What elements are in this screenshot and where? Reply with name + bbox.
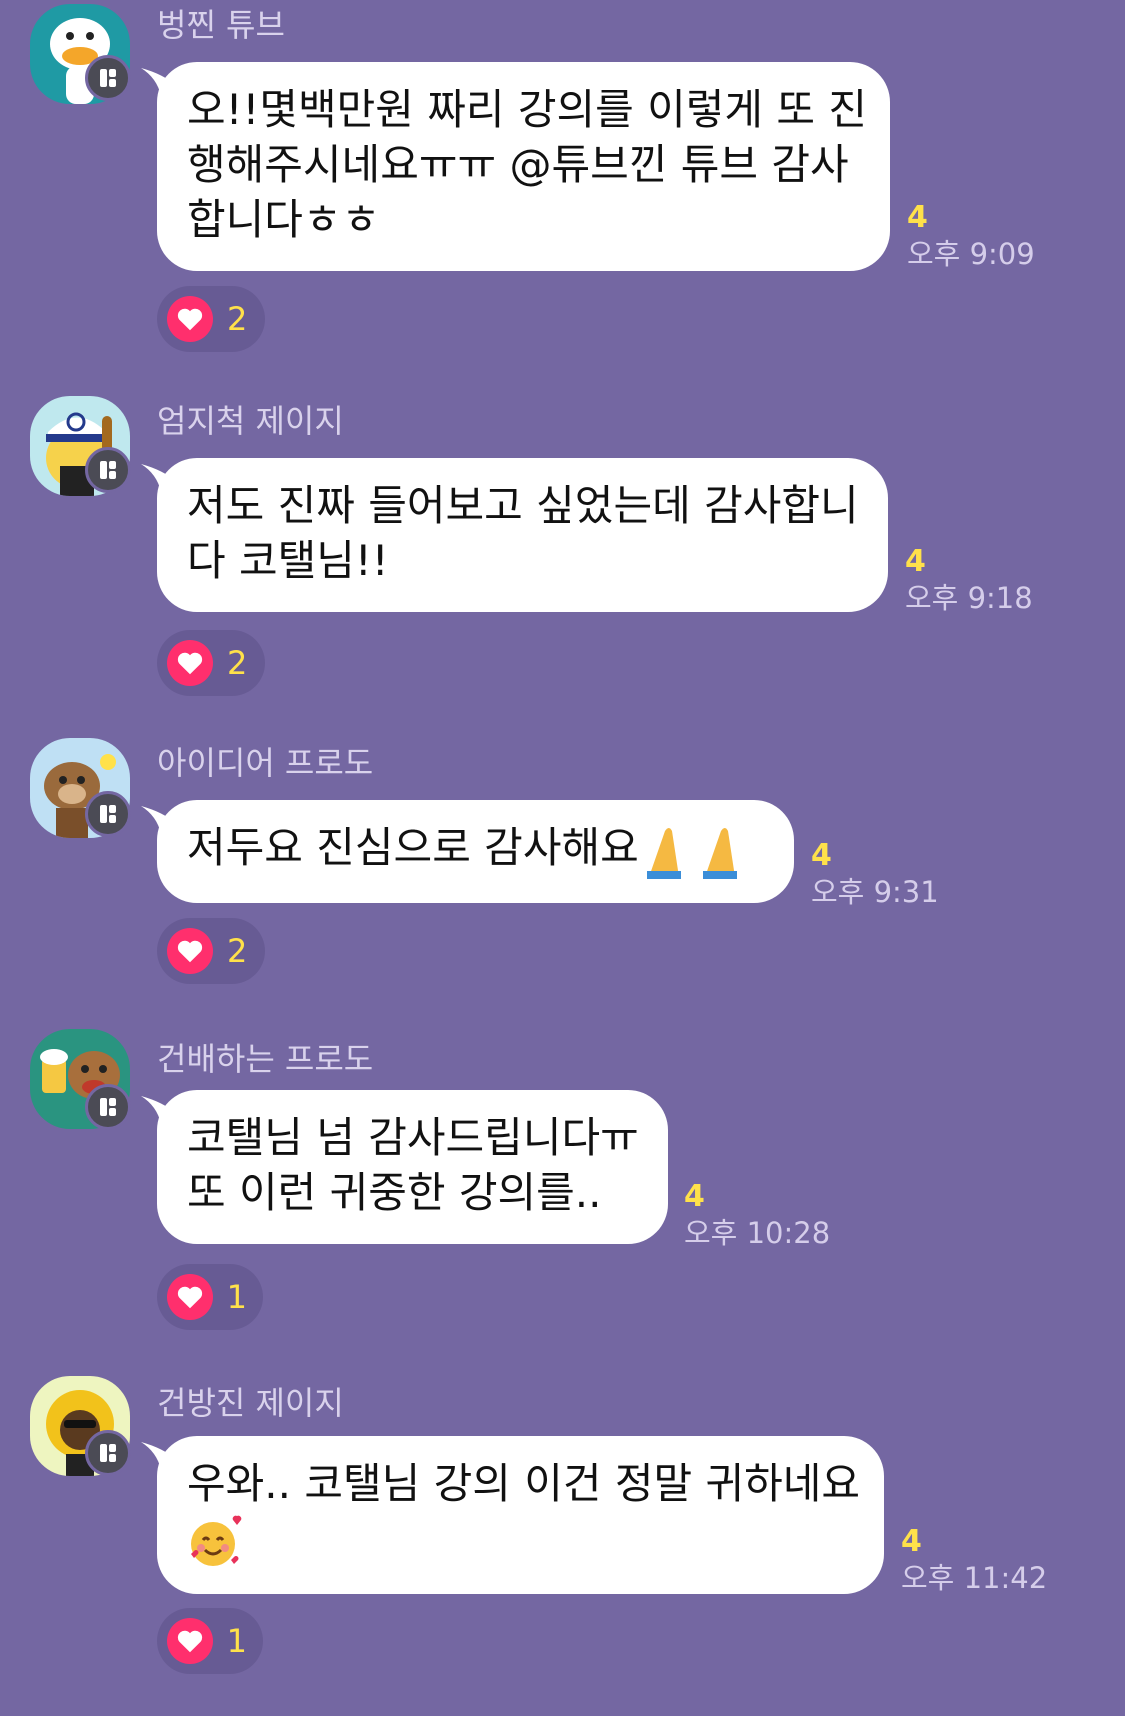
message-timestamp: 오후 11:42 xyxy=(901,1561,1048,1595)
sender-name: 벙찐 튜브 xyxy=(157,6,285,44)
reaction-count: 2 xyxy=(227,932,248,970)
unread-count: 4 xyxy=(811,838,832,873)
heart-icon xyxy=(167,1274,213,1320)
unread-count: 4 xyxy=(907,200,928,235)
message-text-line xyxy=(187,1511,854,1570)
message-text-line: 다 코탤님!! xyxy=(187,536,389,585)
message-timestamp: 오후 9:31 xyxy=(811,875,939,909)
message-timestamp: 오후 10:28 xyxy=(684,1216,831,1250)
message-timestamp: 오후 9:09 xyxy=(907,237,1035,271)
reaction-pill[interactable]: 2 xyxy=(157,286,265,352)
sender-name: 건방진 제이지 xyxy=(157,1384,344,1422)
heart-icon xyxy=(167,296,213,342)
message-bubble[interactable]: 저두요 진심으로 감사해요 xyxy=(157,800,794,903)
message-text-line: 저도 진짜 들어보고 싶었는데 감사합니 xyxy=(187,481,859,530)
chat-profile-badge-icon xyxy=(85,447,131,493)
reaction-count: 1 xyxy=(226,1622,247,1660)
heart-icon xyxy=(167,928,213,974)
message-text-line: 우와.. 코탤님 강의 이건 정말 귀하네요 xyxy=(187,1459,861,1508)
reaction-pill[interactable]: 1 xyxy=(157,1264,263,1330)
heart-icon xyxy=(167,1618,213,1664)
unread-count: 4 xyxy=(684,1179,705,1214)
reaction-pill[interactable]: 2 xyxy=(157,918,265,984)
message-bubble[interactable]: 우와.. 코탤님 강의 이건 정말 귀하네요 xyxy=(157,1436,884,1594)
unread-count: 4 xyxy=(905,544,926,579)
message-text-line: 또 이런 귀중한 강의를.. xyxy=(187,1168,602,1217)
message-text: 저두요 진심으로 감사해요 xyxy=(187,823,639,872)
chat-profile-badge-icon xyxy=(85,1084,131,1130)
chat-profile-badge-icon xyxy=(85,791,131,837)
message-bubble[interactable]: 코탤님 넘 감사드립니다ㅠ 또 이런 귀중한 강의를.. xyxy=(157,1090,668,1244)
reaction-pill[interactable]: 2 xyxy=(157,630,265,696)
message-text-line: 합니다ㅎㅎ xyxy=(187,195,381,244)
folded-hands-emoji xyxy=(646,827,737,879)
message-bubble[interactable]: 오!!몇백만원 짜리 강의를 이렇게 또 진 행해주시네요ㅠㅠ @튜브낀 튜브 … xyxy=(157,62,890,271)
message-text-line: 행해주시네요ㅠㅠ @튜브낀 튜브 감사 xyxy=(187,140,849,189)
sender-name: 아이디어 프로도 xyxy=(157,744,374,782)
sender-name: 엄지척 제이지 xyxy=(157,402,344,440)
heart-icon xyxy=(167,640,213,686)
message-timestamp: 오후 9:18 xyxy=(905,581,1033,615)
chat-profile-badge-icon xyxy=(85,1430,131,1476)
reaction-count: 2 xyxy=(227,644,248,682)
smiling-face-with-hearts-emoji xyxy=(191,1515,242,1566)
reaction-count: 2 xyxy=(227,300,248,338)
chat-profile-badge-icon xyxy=(85,55,131,101)
reaction-pill[interactable]: 1 xyxy=(157,1608,263,1674)
unread-count: 4 xyxy=(901,1524,922,1559)
message-text-line: 오!!몇백만원 짜리 강의를 이렇게 또 진 xyxy=(187,85,868,134)
reaction-count: 1 xyxy=(226,1278,247,1316)
message-text-line: 저두요 진심으로 감사해요 xyxy=(187,820,764,879)
sender-name: 건배하는 프로도 xyxy=(157,1040,374,1078)
message-text-line: 코탤님 넘 감사드립니다ㅠ xyxy=(187,1113,639,1162)
message-bubble[interactable]: 저도 진짜 들어보고 싶었는데 감사합니 다 코탤님!! xyxy=(157,458,888,612)
